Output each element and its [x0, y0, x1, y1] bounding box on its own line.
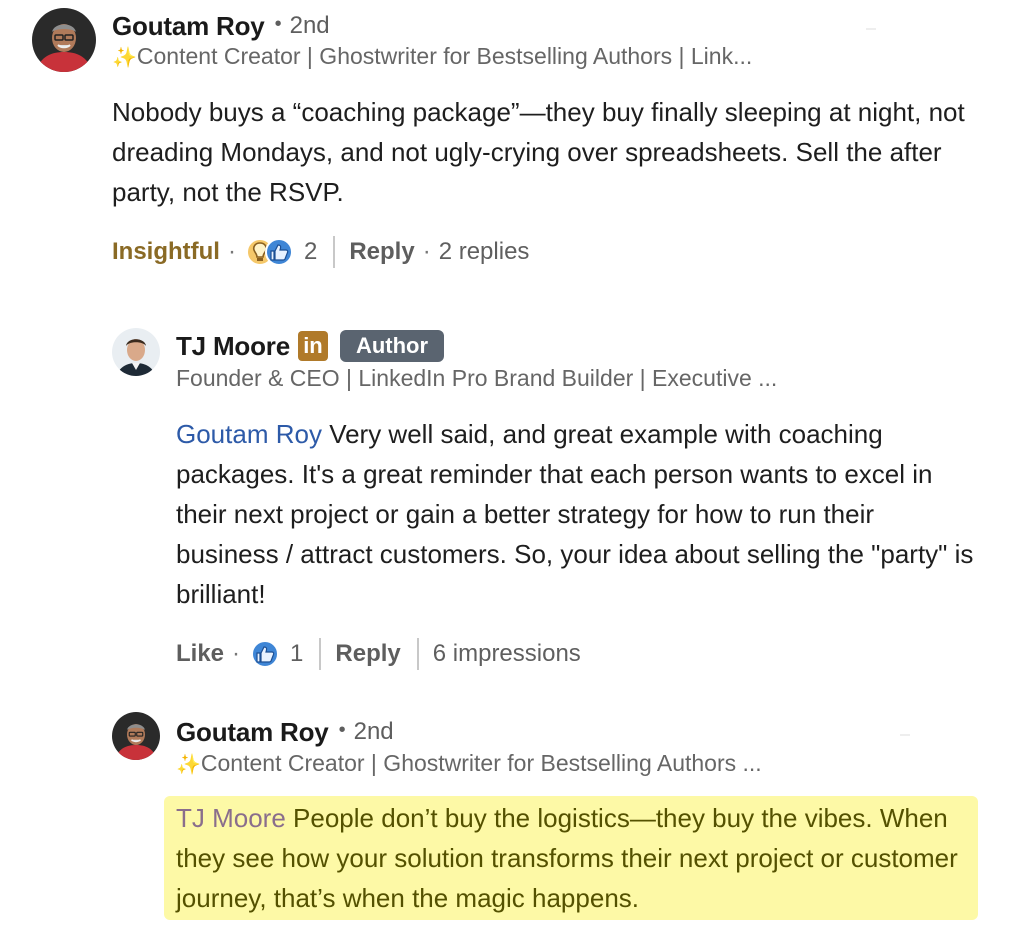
degree-label: 2nd: [289, 12, 330, 39]
reply1-actions: Like · 1 Reply 6 impressions: [176, 636, 581, 672]
avatar-goutam-roy[interactable]: [32, 8, 96, 72]
reply2-header: Goutam Roy • 2nd: [176, 714, 394, 750]
reaction-icons[interactable]: [245, 237, 294, 267]
reply-button[interactable]: Reply: [349, 238, 414, 266]
reply-body: TJ Moore People don’t buy the logistics—…: [176, 798, 976, 918]
action-divider: [416, 638, 419, 670]
reply1-header: TJ Moore in Author: [176, 328, 445, 364]
headline-text: Content Creator | Ghostwriter for Bestse…: [200, 750, 762, 776]
reaction-count[interactable]: 2: [304, 238, 317, 266]
author-headline: Founder & CEO | LinkedIn Pro Brand Build…: [176, 365, 778, 391]
dot-separator: ·: [232, 640, 241, 667]
linkedin-badge-icon: in: [297, 331, 328, 361]
thumbs-up-icon: [264, 238, 293, 266]
impressions-count[interactable]: 6 impressions: [433, 640, 581, 668]
avatar-tj-moore[interactable]: [112, 328, 160, 376]
divider: [900, 734, 910, 736]
author-headline: ✨Content Creator | Ghostwriter for Bests…: [176, 750, 762, 777]
author-name[interactable]: TJ Moore: [176, 331, 290, 362]
comment-body: Nobody buys a “coaching package”—they bu…: [112, 97, 965, 207]
comment1-header: Goutam Roy • 2nd: [112, 8, 330, 44]
connection-degree: • 2nd: [275, 12, 330, 40]
dot-separator: ·: [422, 238, 431, 265]
author-headline: ✨Content Creator | Ghostwriter for Bests…: [112, 43, 752, 70]
avatar-goutam-roy[interactable]: [112, 712, 160, 760]
avatar-image: [112, 328, 160, 376]
reply-text: People don’t buy the logistics—they buy …: [176, 803, 958, 913]
sparkle-icon: ✨: [176, 754, 201, 776]
like-button[interactable]: Like: [176, 640, 224, 668]
divider: [866, 28, 876, 30]
author-name[interactable]: Goutam Roy: [112, 11, 265, 42]
dot-separator: •: [338, 719, 346, 741]
action-divider: [333, 236, 336, 268]
author-badge: Author: [339, 330, 445, 362]
sparkle-icon: ✨: [112, 47, 137, 69]
reply-body: Goutam Roy Very well said, and great exa…: [176, 414, 976, 614]
reaction-button[interactable]: Insightful: [112, 238, 220, 266]
avatar-image: [112, 712, 160, 760]
thumbs-up-icon[interactable]: [250, 639, 280, 669]
comment1-actions: Insightful · 2 Reply · 2 replies: [112, 234, 529, 270]
degree-label: 2nd: [353, 718, 394, 745]
mention-link[interactable]: TJ Moore: [176, 803, 286, 833]
author-name[interactable]: Goutam Roy: [176, 717, 329, 748]
connection-degree: • 2nd: [339, 718, 394, 746]
avatar-image: [32, 8, 96, 72]
action-divider: [319, 638, 322, 670]
headline-text: Content Creator | Ghostwriter for Bestse…: [136, 43, 753, 69]
replies-count-link[interactable]: 2 replies: [439, 238, 530, 266]
reply-button[interactable]: Reply: [335, 640, 400, 668]
reaction-count[interactable]: 1: [290, 640, 303, 668]
dot-separator: •: [274, 13, 282, 35]
dot-separator: ·: [227, 238, 236, 265]
mention-link[interactable]: Goutam Roy: [176, 419, 322, 449]
